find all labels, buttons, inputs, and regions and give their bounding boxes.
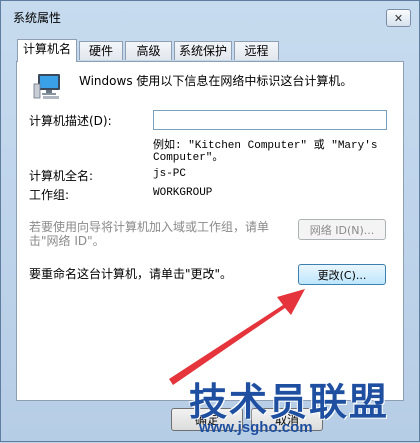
close-button[interactable]: ✕ — [386, 9, 411, 27]
computer-description-label: 计算机描述(D): — [29, 114, 112, 128]
wizard-text-line2: 击"网络 ID"。 — [29, 234, 105, 248]
window-title: 系统属性 — [13, 11, 62, 25]
computer-icon — [33, 74, 60, 99]
title-bar[interactable]: 系统属性 ✕ — [1, 1, 419, 31]
tab-computer-name[interactable]: 计算机名 — [17, 39, 77, 62]
computer-name-panel: Windows 使用以下信息在网络中标识这台计算机。 计算机描述(D): 例如:… — [16, 61, 404, 401]
tab-advanced[interactable]: 高级 — [125, 41, 172, 60]
intro-text: Windows 使用以下信息在网络中标识这台计算机。 — [79, 74, 353, 88]
tab-remote[interactable]: 远程 — [234, 41, 279, 60]
example-text-line2: Computer"。 — [153, 152, 224, 164]
workgroup-value: WORKGROUP — [153, 187, 213, 199]
full-name-label: 计算机全名: — [29, 169, 94, 183]
change-button[interactable]: 更改(C)... — [298, 264, 386, 285]
tab-hardware[interactable]: 硬件 — [79, 41, 123, 60]
full-name-value: js-PC — [153, 168, 187, 180]
workgroup-label: 工作组: — [29, 188, 70, 202]
rename-text: 要重命名这台计算机，请单击"更改"。 — [29, 267, 233, 281]
watermark-brand: 技术员联盟 — [189, 380, 390, 424]
watermark-url: www.jsgho.com — [199, 419, 313, 436]
watermark: 技术员联盟 www.jsgho.com — [189, 371, 420, 443]
network-id-button[interactable]: 网络 ID(N)... — [298, 219, 386, 240]
system-properties-window: 系统属性 ✕ 计算机名 硬件 高级 系统保护 远程 Windows 使用以下信息… — [0, 0, 420, 442]
close-icon: ✕ — [393, 11, 404, 25]
computer-description-input[interactable] — [153, 110, 387, 130]
tab-system-protection[interactable]: 系统保护 — [174, 41, 232, 60]
